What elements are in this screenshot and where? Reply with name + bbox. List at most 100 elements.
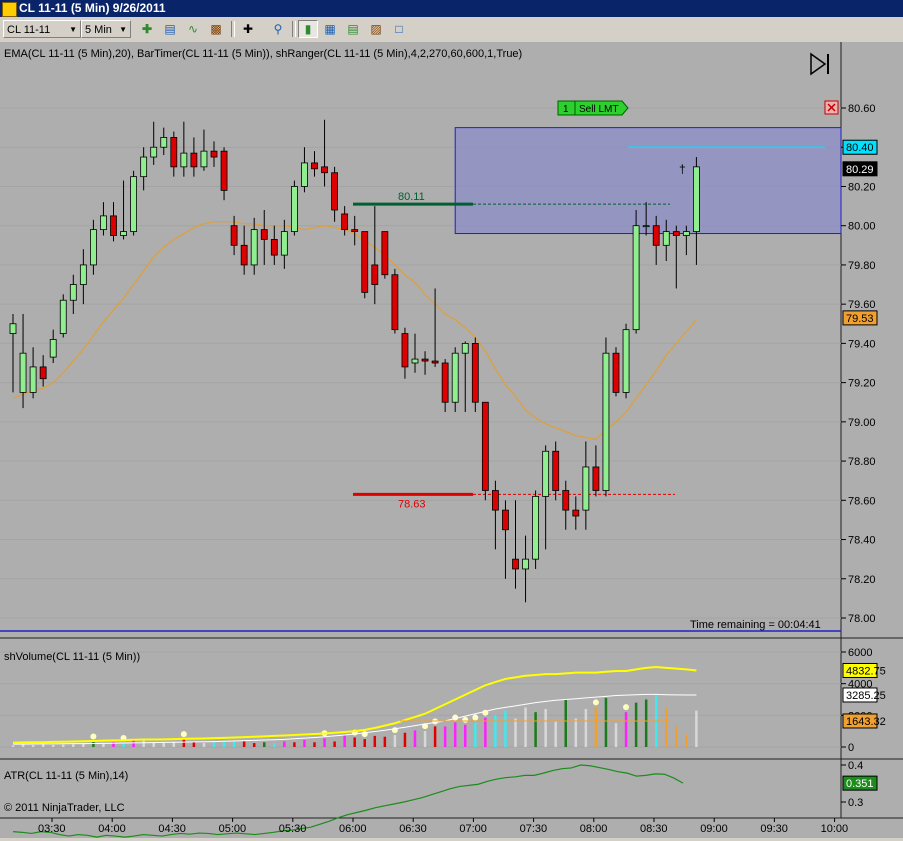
sell-order-label: Sell LMT — [579, 104, 618, 115]
chart-area[interactable]: EMA(CL 11-11 (5 Min),20), BarTimer(CL 11… — [0, 42, 903, 838]
chevron-down-icon: ▼ — [69, 25, 77, 34]
data-series-icon: ▤ — [164, 22, 176, 36]
down-candle — [371, 264, 379, 285]
volume-high-dot — [90, 733, 97, 740]
up-candle — [522, 558, 529, 570]
time-axis-label: 08:00 — [580, 823, 608, 835]
time-axis-label: 07:00 — [459, 823, 487, 835]
toolbar-separator — [231, 21, 235, 37]
interval-selector[interactable]: 5 Min ▼ — [81, 20, 131, 38]
atr-marker: 0.351 — [846, 778, 874, 790]
price-axis-label: 79.20 — [848, 378, 876, 390]
down-candle — [39, 366, 47, 380]
time-axis-label: 08:30 — [640, 823, 668, 835]
price-panel-label: EMA(CL 11-11 (5 Min),20), BarTimer(CL 11… — [4, 48, 522, 60]
up-candle — [200, 150, 208, 168]
down-candle — [592, 466, 600, 491]
volume-high-dot — [180, 731, 187, 738]
strategy-analyzer-button[interactable]: ▨ — [366, 20, 386, 38]
up-candle — [49, 339, 57, 358]
up-candle — [290, 186, 298, 232]
up-candle — [542, 450, 550, 497]
zoom-button[interactable]: ⚲ — [268, 20, 288, 38]
down-candle — [552, 450, 560, 491]
indicators-button[interactable]: ∿ — [183, 20, 203, 38]
sell-limit-order[interactable]: 1 Sell LMT — [557, 100, 629, 116]
crosshair-icon: ✚ — [242, 22, 254, 36]
up-candle — [461, 342, 469, 354]
new-window-icon: □ — [395, 22, 403, 36]
sell-price-marker: 80.40 — [846, 142, 874, 154]
window-titlebar[interactable]: CL 11-11 (5 Min) 9/26/2011 — [0, 0, 903, 17]
time-axis-label: 06:30 — [399, 823, 427, 835]
add-button[interactable]: ✚ — [137, 20, 157, 38]
down-candle — [562, 490, 570, 511]
up-candle — [693, 166, 700, 232]
time-axis-label: 09:30 — [760, 823, 788, 835]
down-candle — [351, 229, 359, 232]
time-axis-label: 05:30 — [279, 823, 307, 835]
up-candle — [19, 352, 27, 393]
up-candle — [160, 137, 168, 148]
down-candle — [170, 137, 178, 168]
price-axis-label: 78.20 — [848, 574, 876, 586]
instrument-selector[interactable]: CL 11-11 ▼ — [3, 20, 81, 38]
price-axis-label: 80.20 — [848, 181, 876, 193]
drawing-objects-button[interactable]: ▤ — [343, 20, 363, 38]
down-candle — [441, 362, 449, 403]
down-candle — [502, 509, 509, 531]
up-candle — [29, 366, 37, 393]
down-candle — [491, 490, 499, 511]
down-candle — [341, 213, 349, 231]
range-high-label: 80.11 — [398, 191, 425, 203]
volume-axis-label: 6000 — [848, 647, 872, 659]
properties-icon: ▦ — [324, 22, 336, 36]
time-axis-label: 10:00 — [821, 823, 849, 835]
up-candle — [642, 225, 650, 228]
strategies-button[interactable]: ▩ — [206, 20, 226, 38]
time-remaining: Time remaining = 00:04:41 — [690, 619, 821, 631]
volume-high-dot — [452, 714, 459, 721]
down-candle — [481, 401, 489, 491]
atr-panel-label: ATR(CL 11-11 (5 Min),14) — [4, 770, 128, 782]
down-candle — [421, 358, 429, 362]
chart-canvas[interactable]: EMA(CL 11-11 (5 Min),20), BarTimer(CL 11… — [0, 42, 903, 838]
down-candle — [652, 225, 660, 246]
window-title: CL 11-11 (5 Min) 9/26/2011 — [19, 1, 166, 15]
crosshair-button[interactable]: ✚ — [238, 20, 258, 38]
price-axis-label: 80.00 — [848, 221, 876, 233]
up-candle — [59, 299, 67, 334]
price-axis-label: 78.60 — [848, 495, 876, 507]
up-candle — [682, 231, 690, 236]
up-candle — [451, 352, 459, 403]
atr-axis-label: 0.3 — [848, 797, 863, 809]
data-series-button[interactable]: ▤ — [160, 20, 180, 38]
volume-high-dot — [472, 714, 479, 721]
volume-lower-marker: 1643.32 — [846, 716, 886, 728]
up-candle — [130, 176, 138, 232]
time-axis-label: 07:30 — [520, 823, 548, 835]
volume-mid-marker: 3285.25 — [846, 690, 886, 702]
up-candle — [100, 215, 107, 231]
time-axis-label: 09:00 — [700, 823, 728, 835]
down-candle — [471, 342, 479, 403]
time-axis-label: 04:00 — [98, 823, 126, 835]
time-axis-label: 05:00 — [219, 823, 247, 835]
up-candle — [250, 229, 258, 266]
price-axis-label: 78.40 — [848, 535, 876, 547]
bar-chart-button[interactable]: ▮ — [298, 20, 318, 38]
volume-panel-label: shVolume(CL 11-11 (5 Min)) — [4, 651, 140, 663]
up-candle — [180, 152, 188, 168]
range-low-label: 78.63 — [398, 498, 426, 510]
chevron-down-icon: ▼ — [119, 25, 127, 34]
last-price-marker: 80.29 — [846, 164, 874, 176]
sell-order-qty: 1 — [563, 104, 569, 115]
down-candle — [240, 244, 248, 266]
up-candle — [90, 229, 97, 266]
close-icon[interactable] — [824, 100, 839, 115]
strategy-analyzer-icon: ▨ — [370, 22, 382, 36]
new-window-button[interactable]: □ — [389, 20, 409, 38]
up-candle — [582, 466, 590, 511]
down-candle — [431, 360, 439, 364]
properties-button[interactable]: ▦ — [320, 20, 340, 38]
